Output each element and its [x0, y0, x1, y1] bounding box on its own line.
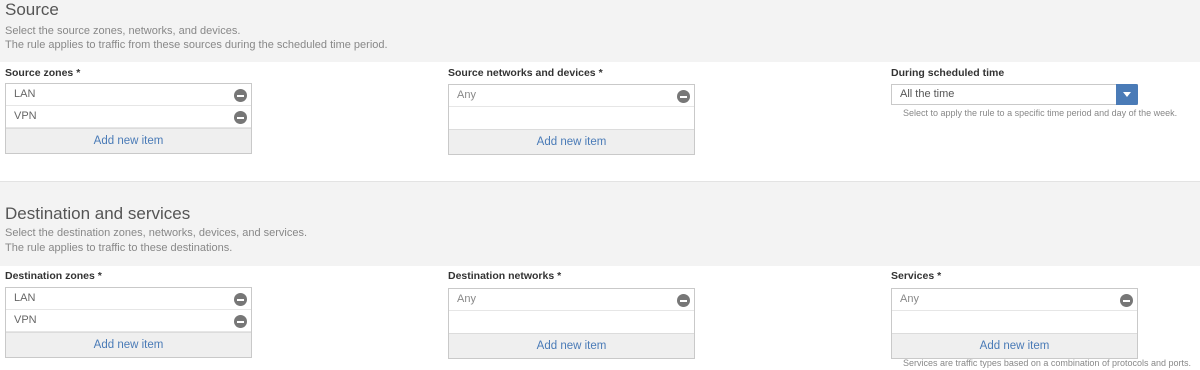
destination-section-header: Destination and services Select the dest… — [0, 182, 1200, 266]
destination-section-title: Destination and services — [5, 204, 191, 223]
scheduled-time-hint: Select to apply the rule to a specific t… — [903, 108, 1178, 118]
chevron-down-icon[interactable] — [1116, 84, 1138, 105]
destination-zones-list: LAN VPN Add new item — [5, 287, 252, 358]
destination-zones-label: Destination zones * — [5, 270, 102, 282]
list-item: VPN — [6, 106, 251, 128]
remove-icon[interactable] — [234, 315, 247, 328]
required-marker: * — [937, 270, 942, 282]
remove-icon[interactable] — [677, 294, 690, 307]
list-empty-row — [449, 107, 694, 129]
scheduled-time-select[interactable]: All the time — [891, 84, 1138, 105]
source-zones-label: Source zones * — [5, 67, 80, 79]
list-item-label: VPN — [14, 110, 37, 122]
required-marker: * — [557, 270, 562, 282]
source-section-desc-2: The rule applies to traffic from these s… — [5, 39, 388, 51]
list-item: LAN — [6, 84, 251, 106]
list-empty-row — [449, 311, 694, 333]
list-item: LAN — [6, 288, 251, 310]
scheduled-time-label: During scheduled time — [891, 67, 1005, 79]
source-networks-label: Source networks and devices * — [448, 67, 603, 79]
destination-zones-label-text: Destination zones — [5, 270, 95, 282]
add-new-item-button[interactable]: Add new item — [892, 333, 1137, 358]
required-marker: * — [76, 67, 81, 79]
remove-icon[interactable] — [234, 89, 247, 102]
services-label-text: Services — [891, 270, 935, 282]
list-item-label: LAN — [14, 88, 36, 100]
remove-icon[interactable] — [1120, 294, 1133, 307]
required-marker: * — [598, 67, 603, 79]
remove-icon[interactable] — [234, 111, 247, 124]
list-item: VPN — [6, 310, 251, 332]
source-section-title: Source — [5, 0, 59, 19]
remove-icon[interactable] — [234, 293, 247, 306]
destination-networks-label-text: Destination networks — [448, 270, 555, 282]
list-item: Any — [449, 85, 694, 107]
source-zones-list: LAN VPN Add new item — [5, 83, 252, 154]
scheduled-time-value: All the time — [900, 88, 955, 100]
add-new-item-button[interactable]: Add new item — [6, 128, 251, 153]
add-new-item-button[interactable]: Add new item — [6, 332, 251, 357]
list-item-label: Any — [457, 89, 476, 101]
required-marker: * — [97, 270, 102, 282]
source-networks-label-text: Source networks and devices — [448, 67, 596, 79]
services-list: Any Add new item — [891, 288, 1138, 359]
source-section-desc-1: Select the source zones, networks, and d… — [5, 25, 241, 37]
list-item-label: LAN — [14, 292, 36, 304]
source-networks-list: Any Add new item — [448, 84, 695, 155]
destination-section-desc-1: Select the destination zones, networks, … — [5, 227, 308, 239]
source-section-header: Source Select the source zones, networks… — [0, 0, 1200, 62]
services-hint: Services are traffic types based on a co… — [903, 358, 1191, 368]
list-item-label: VPN — [14, 314, 37, 326]
remove-icon[interactable] — [677, 90, 690, 103]
list-empty-row — [892, 311, 1137, 333]
list-item-label: Any — [900, 293, 919, 305]
destination-networks-label: Destination networks * — [448, 270, 561, 282]
add-new-item-button[interactable]: Add new item — [449, 129, 694, 154]
list-item: Any — [449, 289, 694, 311]
source-zones-label-text: Source zones — [5, 67, 74, 79]
list-item: Any — [892, 289, 1137, 311]
destination-section-desc-2: The rule applies to traffic to these des… — [5, 242, 233, 254]
add-new-item-button[interactable]: Add new item — [449, 333, 694, 358]
destination-networks-list: Any Add new item — [448, 288, 695, 359]
services-label: Services * — [891, 270, 941, 282]
list-item-label: Any — [457, 293, 476, 305]
